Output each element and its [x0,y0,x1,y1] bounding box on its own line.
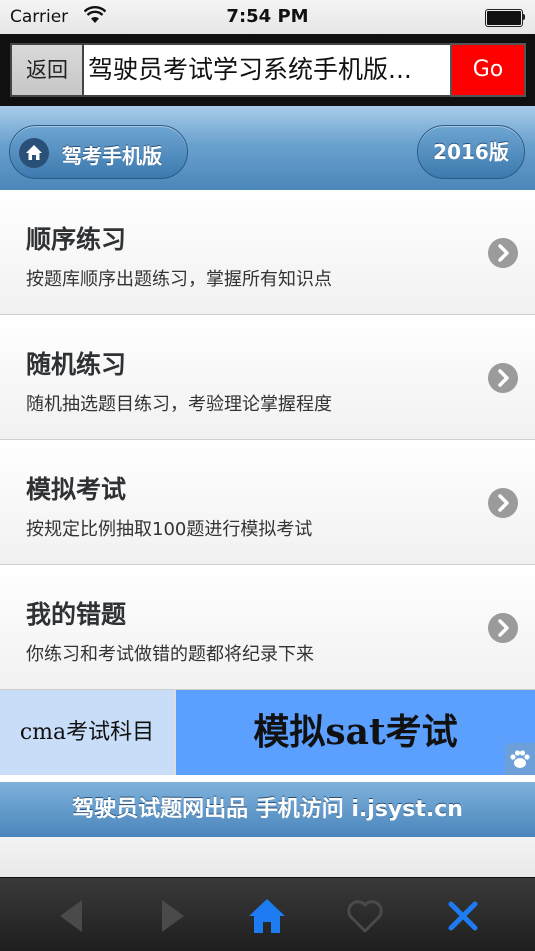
heart-icon[interactable] [345,896,385,936]
back-button[interactable]: 返回 [10,43,84,97]
home-button[interactable]: 驾考手机版 [9,125,188,179]
close-icon[interactable] [443,896,483,936]
menu-item-title: 顺序练习 [26,225,127,254]
menu-item-desc: 按题库顺序出题练习，掌握所有知识点 [26,269,332,290]
battery-icon [485,9,525,27]
chevron-right-icon [488,488,518,518]
menu-item-my-mistakes[interactable]: 我的错题 你练习和考试做错的题都将纪录下来 [0,565,535,690]
chevron-right-icon [488,238,518,268]
url-field[interactable]: 驾驶员考试学习系统手机版... [84,43,450,97]
menu-item-random-practice[interactable]: 随机练习 随机抽选题目练习，考验理论掌握程度 [0,315,535,440]
menu-item-desc: 随机抽选题目练习，考验理论掌握程度 [26,394,332,415]
menu-item-title: 随机练习 [26,350,127,379]
menu-item-desc: 按规定比例抽取100题进行模拟考试 [26,519,313,540]
status-time: 7:54 PM [226,6,309,27]
footer-banner[interactable]: 驾驶员试题网出品 手机访问 i.jsyst.cn [0,782,535,837]
browser-toolbar [0,877,535,951]
page-bottom-spacer [0,837,535,877]
home-icon[interactable] [247,896,287,936]
menu-item-title: 我的错题 [26,600,127,629]
paw-icon[interactable] [505,743,535,775]
menu-list: 顺序练习 按题库顺序出题练习，掌握所有知识点 随机练习 随机抽选题目练习，考验理… [0,190,535,690]
app-header: 驾考手机版 2016版 [0,106,535,191]
menu-item-title: 模拟考试 [26,475,127,504]
go-button[interactable]: Go [450,43,526,97]
ad-link-sat[interactable]: 模拟sat考试 [176,690,535,775]
menu-item-desc: 你练习和考试做错的题都将纪录下来 [26,644,314,665]
menu-item-sequential-practice[interactable]: 顺序练习 按题库顺序出题练习，掌握所有知识点 [0,190,535,315]
chevron-right-icon [488,613,518,643]
home-icon [19,138,49,168]
back-arrow-icon[interactable] [52,896,92,936]
ad-link-cma[interactable]: cma考试科目 [0,690,174,775]
home-button-label: 驾考手机版 [62,144,162,168]
version-button[interactable]: 2016版 [417,125,525,179]
status-bar: Carrier 7:54 PM [0,0,535,34]
address-bar: 返回 驾驶员考试学习系统手机版... Go [0,34,535,106]
menu-item-mock-exam[interactable]: 模拟考试 按规定比例抽取100题进行模拟考试 [0,440,535,565]
forward-arrow-icon[interactable] [152,896,192,936]
chevron-right-icon [488,363,518,393]
ad-banner: cma考试科目 模拟sat考试 [0,690,535,775]
